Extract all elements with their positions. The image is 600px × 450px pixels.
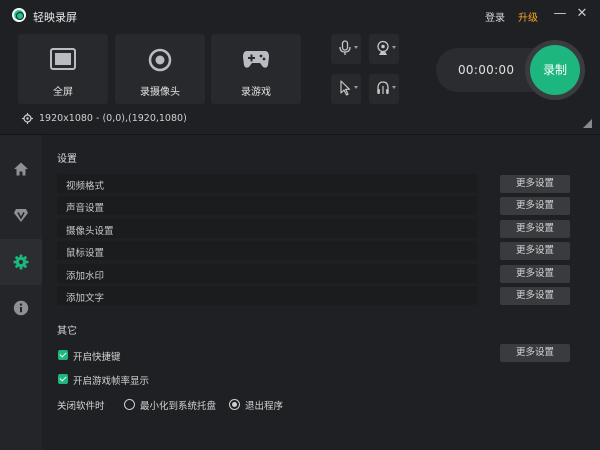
hotkey-checkbox[interactable]	[58, 350, 68, 360]
timer: 00:00:00	[458, 63, 515, 77]
home-icon	[14, 162, 28, 176]
microphone-button[interactable]	[331, 34, 361, 64]
close-behavior-label: 关闭软件时	[57, 401, 105, 412]
chevron-down-icon	[354, 86, 358, 89]
settings-row-label: 摄像头设置	[66, 226, 114, 237]
settings-row	[57, 241, 477, 260]
chevron-down-icon	[392, 46, 396, 49]
settings-row-label: 添加文字	[66, 293, 105, 304]
camera-device-button[interactable]	[369, 34, 399, 64]
settings-row	[57, 196, 477, 215]
watermark-more-button[interactable]: 更多设置	[500, 265, 570, 283]
sidebar-item-about[interactable]	[0, 285, 42, 331]
audio-more-button[interactable]: 更多设置	[500, 197, 570, 215]
mouse-more-button[interactable]: 更多设置	[500, 242, 570, 260]
other-more-button[interactable]: 更多设置	[500, 344, 570, 362]
webcam-icon	[115, 48, 205, 72]
mode-game-button[interactable]: 录游戏	[211, 34, 301, 104]
record-button[interactable]: 录制	[530, 45, 580, 95]
settings-row-label: 添加水印	[66, 271, 105, 282]
cursor-icon	[340, 80, 351, 96]
exit-program-radio[interactable]	[229, 399, 240, 410]
close-button[interactable]: ✕	[575, 7, 589, 21]
exit-program-label: 退出程序	[245, 401, 284, 412]
mode-game-label: 录游戏	[241, 87, 271, 98]
gamepad-icon	[211, 48, 301, 72]
other-title: 其它	[57, 326, 77, 337]
crosshair-icon[interactable]	[22, 113, 33, 124]
settings-title: 设置	[57, 154, 77, 165]
settings-row	[57, 286, 477, 305]
title-bar	[0, 0, 600, 32]
cursor-button[interactable]	[331, 74, 361, 104]
app-logo-icon	[12, 8, 26, 22]
system-audio-button[interactable]	[369, 74, 399, 104]
webcam-icon	[377, 40, 389, 55]
info-icon	[13, 300, 29, 316]
upgrade-link[interactable]: 升级	[518, 9, 538, 24]
mode-webcam-label: 录摄像头	[140, 87, 180, 98]
gear-icon	[13, 254, 29, 270]
app-title: 轻映录屏	[33, 11, 77, 24]
minimize-button[interactable]: —	[553, 7, 567, 21]
mode-webcam-button[interactable]: 录摄像头	[115, 34, 205, 104]
fps-label: 开启游戏帧率显示	[73, 376, 150, 387]
settings-row	[57, 174, 477, 193]
fullscreen-icon	[18, 48, 108, 72]
hotkey-label: 开启快捷键	[73, 352, 121, 363]
settings-row-label: 声音设置	[66, 203, 105, 214]
sidebar-item-vip[interactable]	[0, 192, 42, 238]
divider	[0, 134, 600, 135]
capture-area-text: 1920x1080 - (0,0),(1920,1080)	[39, 113, 187, 124]
vip-icon	[14, 209, 28, 222]
camera-more-button[interactable]: 更多设置	[500, 220, 570, 238]
headphones-icon	[377, 81, 389, 94]
fps-checkbox[interactable]	[58, 374, 68, 384]
mode-fullscreen-button[interactable]: 全屏	[18, 34, 108, 104]
chevron-down-icon	[354, 46, 358, 49]
settings-row-label: 视频格式	[66, 181, 105, 192]
microphone-icon	[339, 40, 351, 55]
video-format-more-button[interactable]: 更多设置	[500, 175, 570, 193]
chevron-down-icon	[392, 86, 396, 89]
settings-row-label: 鼠标设置	[66, 248, 105, 259]
sidebar-item-home[interactable]	[0, 146, 42, 192]
minimize-to-tray-label: 最小化到系统托盘	[140, 401, 217, 412]
text-more-button[interactable]: 更多设置	[500, 287, 570, 305]
mode-fullscreen-label: 全屏	[53, 87, 73, 98]
minimize-to-tray-radio[interactable]	[124, 399, 135, 410]
settings-row	[57, 264, 477, 283]
settings-row	[57, 219, 477, 238]
login-link[interactable]: 登录	[485, 9, 505, 24]
collapse-corner-icon[interactable]	[583, 119, 592, 128]
sidebar-item-settings[interactable]	[0, 239, 42, 285]
